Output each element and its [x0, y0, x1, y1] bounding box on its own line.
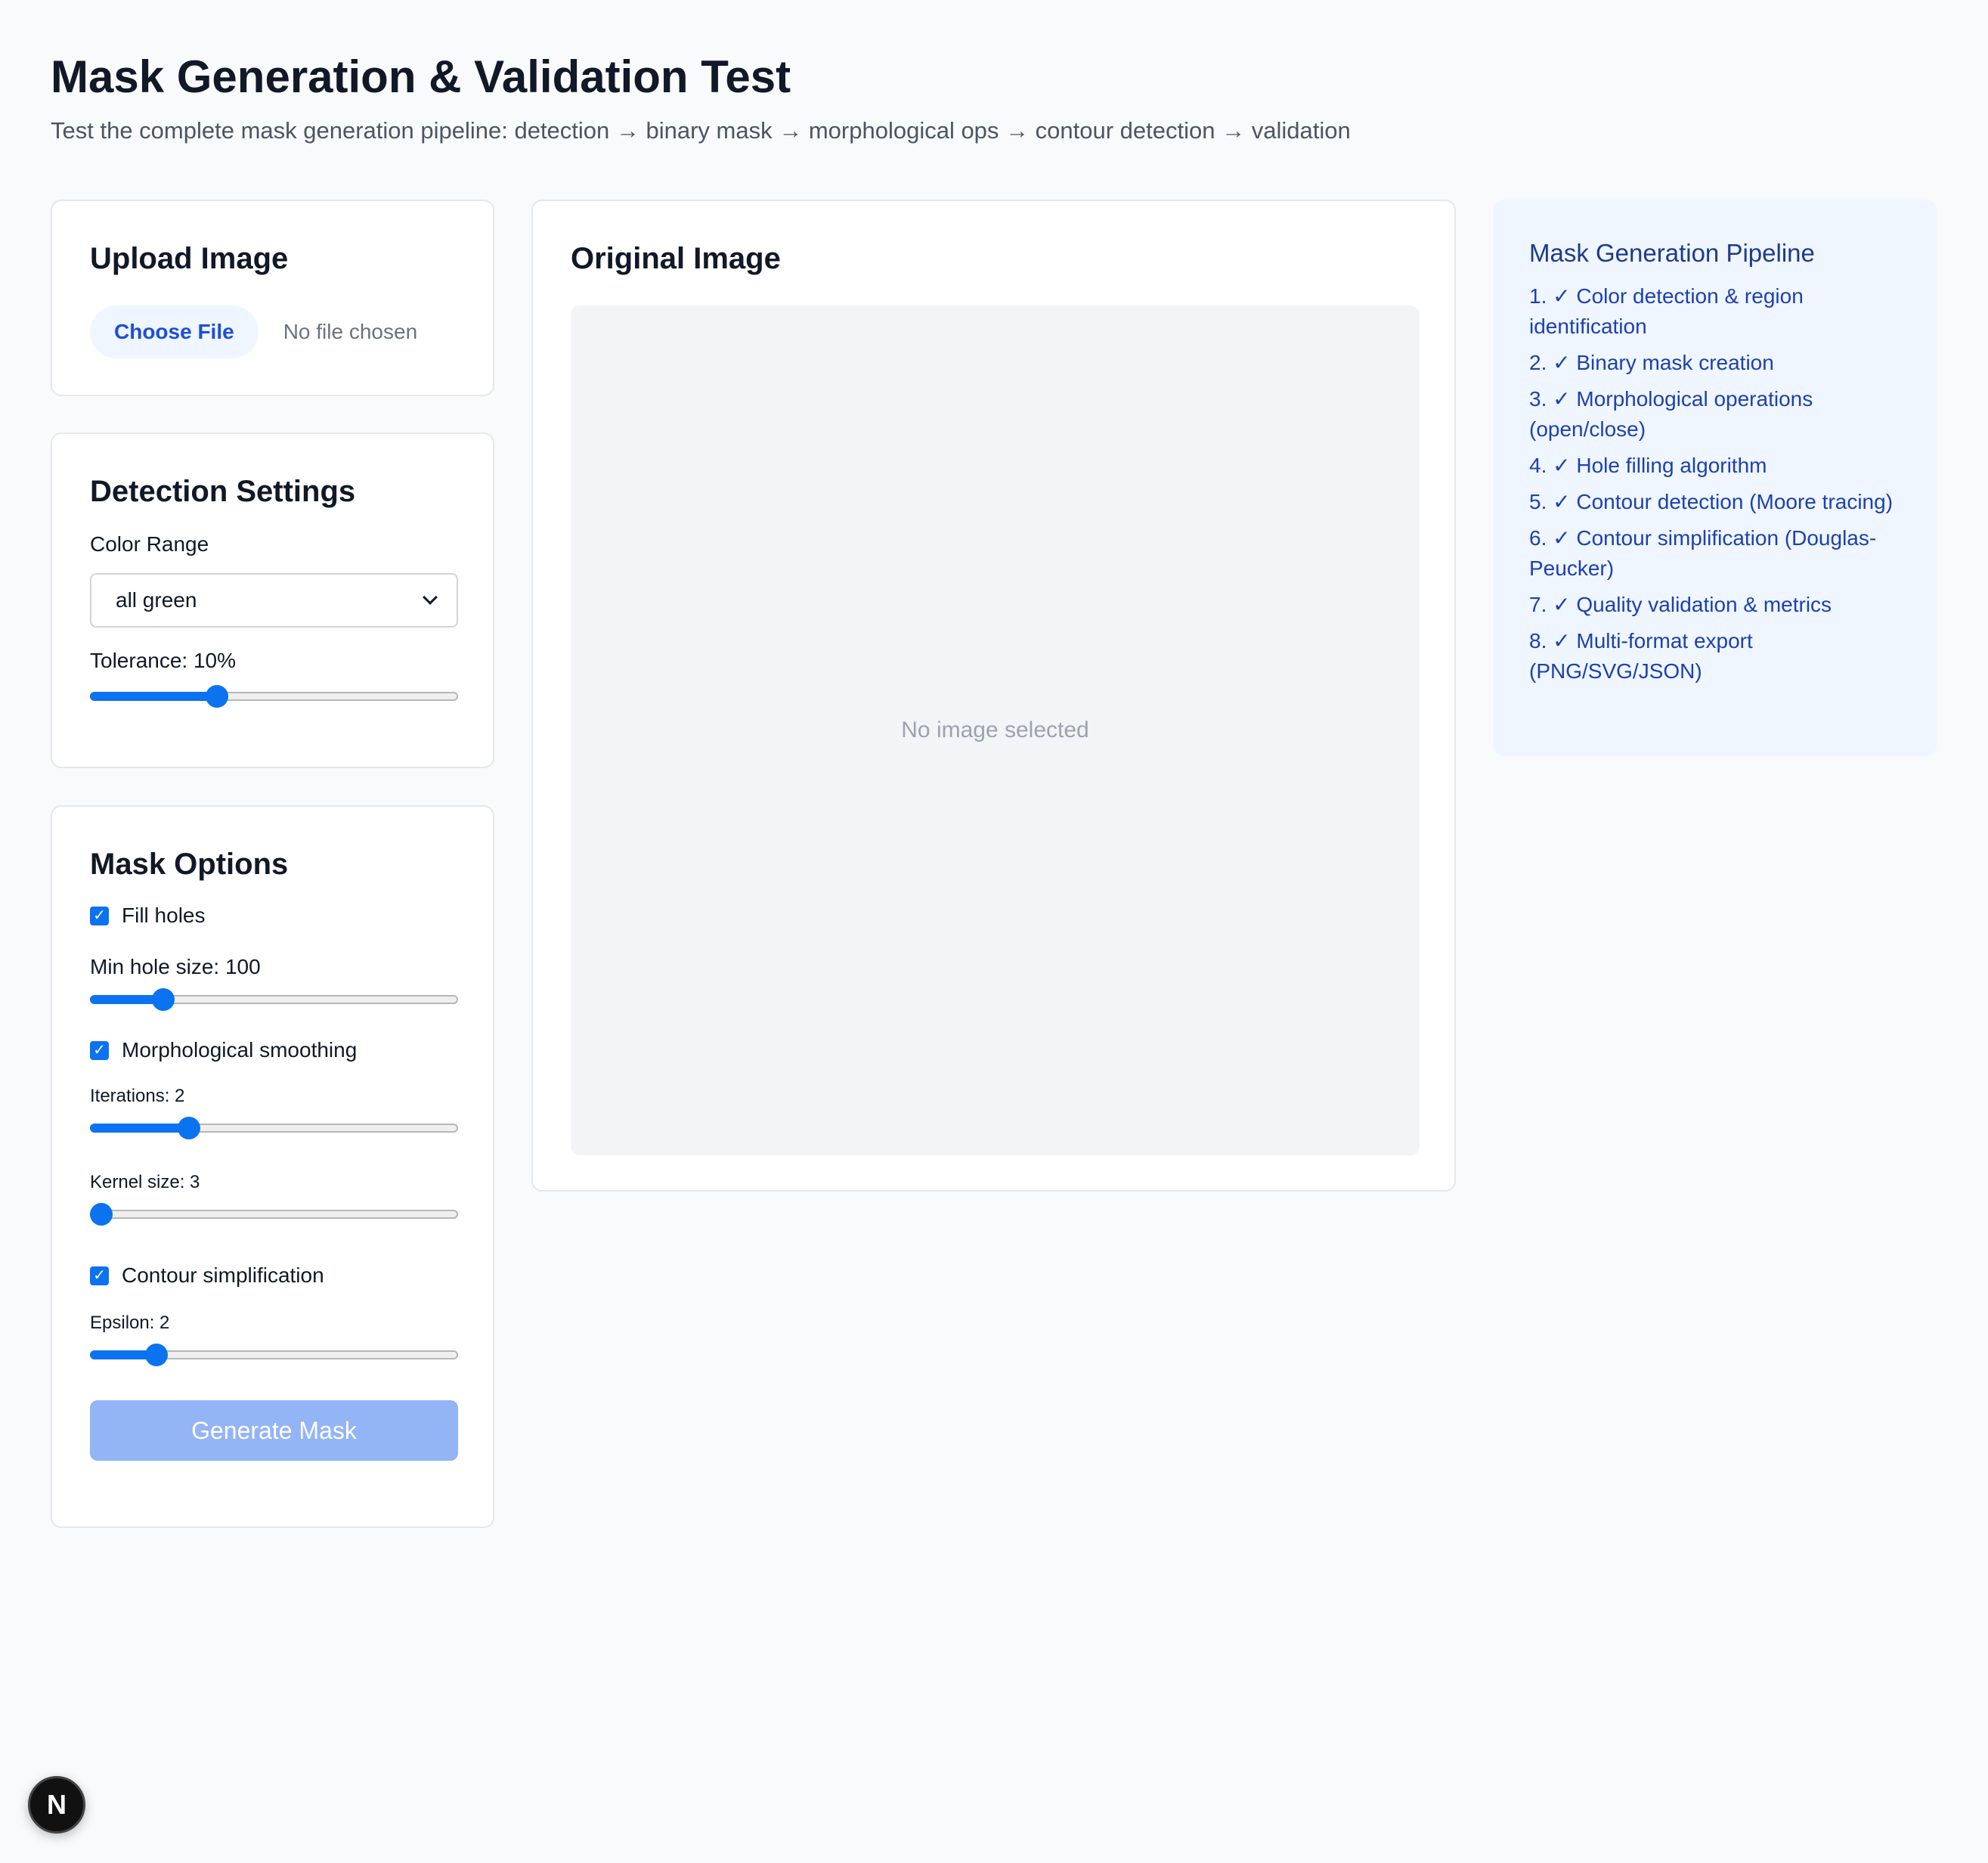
detection-settings-card: Detection Settings Color Range all green…: [51, 432, 494, 768]
page: Mask Generation & Validation Test Test t…: [0, 0, 1988, 1863]
fill-holes-option[interactable]: ✓ Fill holes: [90, 902, 455, 929]
kernel-size-slider[interactable]: [90, 1203, 458, 1226]
color-range-value: all green: [116, 588, 197, 612]
morph-smoothing-option[interactable]: ✓ Morphological smoothing: [90, 1037, 455, 1064]
slider-thumb[interactable]: [178, 1117, 201, 1139]
chevron-down-icon: [423, 590, 438, 605]
nextjs-devtools-badge[interactable]: N: [28, 1776, 85, 1834]
fill-holes-label: Fill holes: [122, 904, 206, 927]
slider-thumb[interactable]: [90, 1203, 113, 1226]
slider-fill: [90, 692, 217, 701]
epsilon-slider[interactable]: [90, 1344, 458, 1366]
slider-fill: [90, 1124, 190, 1133]
tolerance-slider[interactable]: [90, 685, 458, 708]
mask-options-card: Mask Options ✓ Fill holes Min hole size:…: [51, 805, 494, 1528]
iterations-label: Iterations: 2: [90, 1086, 185, 1106]
contour-simplification-label: Contour simplification: [122, 1263, 324, 1287]
mask-options-heading: Mask Options: [90, 848, 289, 881]
contour-simplification-checkbox[interactable]: ✓: [90, 1266, 109, 1285]
slider-track: [90, 1210, 458, 1219]
detection-heading: Detection Settings: [90, 475, 356, 508]
color-range-select[interactable]: all green: [90, 573, 458, 628]
original-image-card: Original Image No image selected: [531, 200, 1456, 1192]
file-status: No file chosen: [283, 320, 418, 343]
image-preview-area: No image selected: [571, 305, 1420, 1155]
page-subtitle: Test the complete mask generation pipeli…: [51, 117, 1351, 144]
pipeline-step: 4. ✓ Hole filling algorithm: [1529, 454, 1767, 477]
slider-thumb[interactable]: [152, 988, 175, 1011]
color-range-label: Color Range: [90, 532, 209, 556]
generate-mask-button[interactable]: Generate Mask: [90, 1400, 458, 1461]
pipeline-heading: Mask Generation Pipeline: [1529, 239, 1815, 267]
pipeline-step: 7. ✓ Quality validation & metrics: [1529, 593, 1832, 616]
min-hole-slider[interactable]: [90, 988, 458, 1011]
image-placeholder: No image selected: [901, 718, 1089, 742]
morph-smoothing-label: Morphological smoothing: [122, 1038, 358, 1062]
pipeline-step: 8. ✓ Multi-format export (PNG/SVG/JSON): [1529, 629, 1753, 683]
pipeline-step: 1. ✓ Color detection & region identifica…: [1529, 284, 1804, 338]
iterations-slider[interactable]: [90, 1117, 458, 1139]
morph-smoothing-checkbox[interactable]: ✓: [90, 1040, 109, 1060]
original-image-heading: Original Image: [571, 242, 781, 275]
upload-heading: Upload Image: [90, 242, 289, 275]
slider-thumb[interactable]: [144, 1344, 168, 1366]
min-hole-label: Min hole size: 100: [90, 955, 261, 978]
pipeline-info-card: Mask Generation Pipeline 1. ✓ Color dete…: [1493, 200, 1937, 756]
choose-file-button[interactable]: Choose File: [90, 305, 259, 358]
contour-simplification-option[interactable]: ✓ Contour simplification: [90, 1262, 455, 1289]
pipeline-steps: 1. ✓ Color detection & region identifica…: [1529, 281, 1900, 687]
pipeline-step: 2. ✓ Binary mask creation: [1529, 351, 1774, 374]
pipeline-step: 6. ✓ Contour simplification (Douglas-Peu…: [1529, 526, 1877, 580]
upload-card: Upload Image Choose File No file chosen: [51, 200, 494, 396]
epsilon-label: Epsilon: 2: [90, 1313, 170, 1333]
fill-holes-checkbox[interactable]: ✓: [90, 906, 109, 925]
slider-thumb[interactable]: [206, 685, 228, 708]
n-logo-icon: N: [47, 1789, 67, 1820]
kernel-size-label: Kernel size: 3: [90, 1172, 200, 1192]
pipeline-step: 5. ✓ Contour detection (Moore tracing): [1529, 490, 1894, 513]
tolerance-label: Tolerance: 10%: [90, 649, 237, 672]
page-title: Mask Generation & Validation Test: [51, 51, 791, 102]
file-input[interactable]: Choose File No file chosen: [90, 305, 455, 358]
pipeline-step: 3. ✓ Morphological operations (open/clos…: [1529, 387, 1813, 441]
